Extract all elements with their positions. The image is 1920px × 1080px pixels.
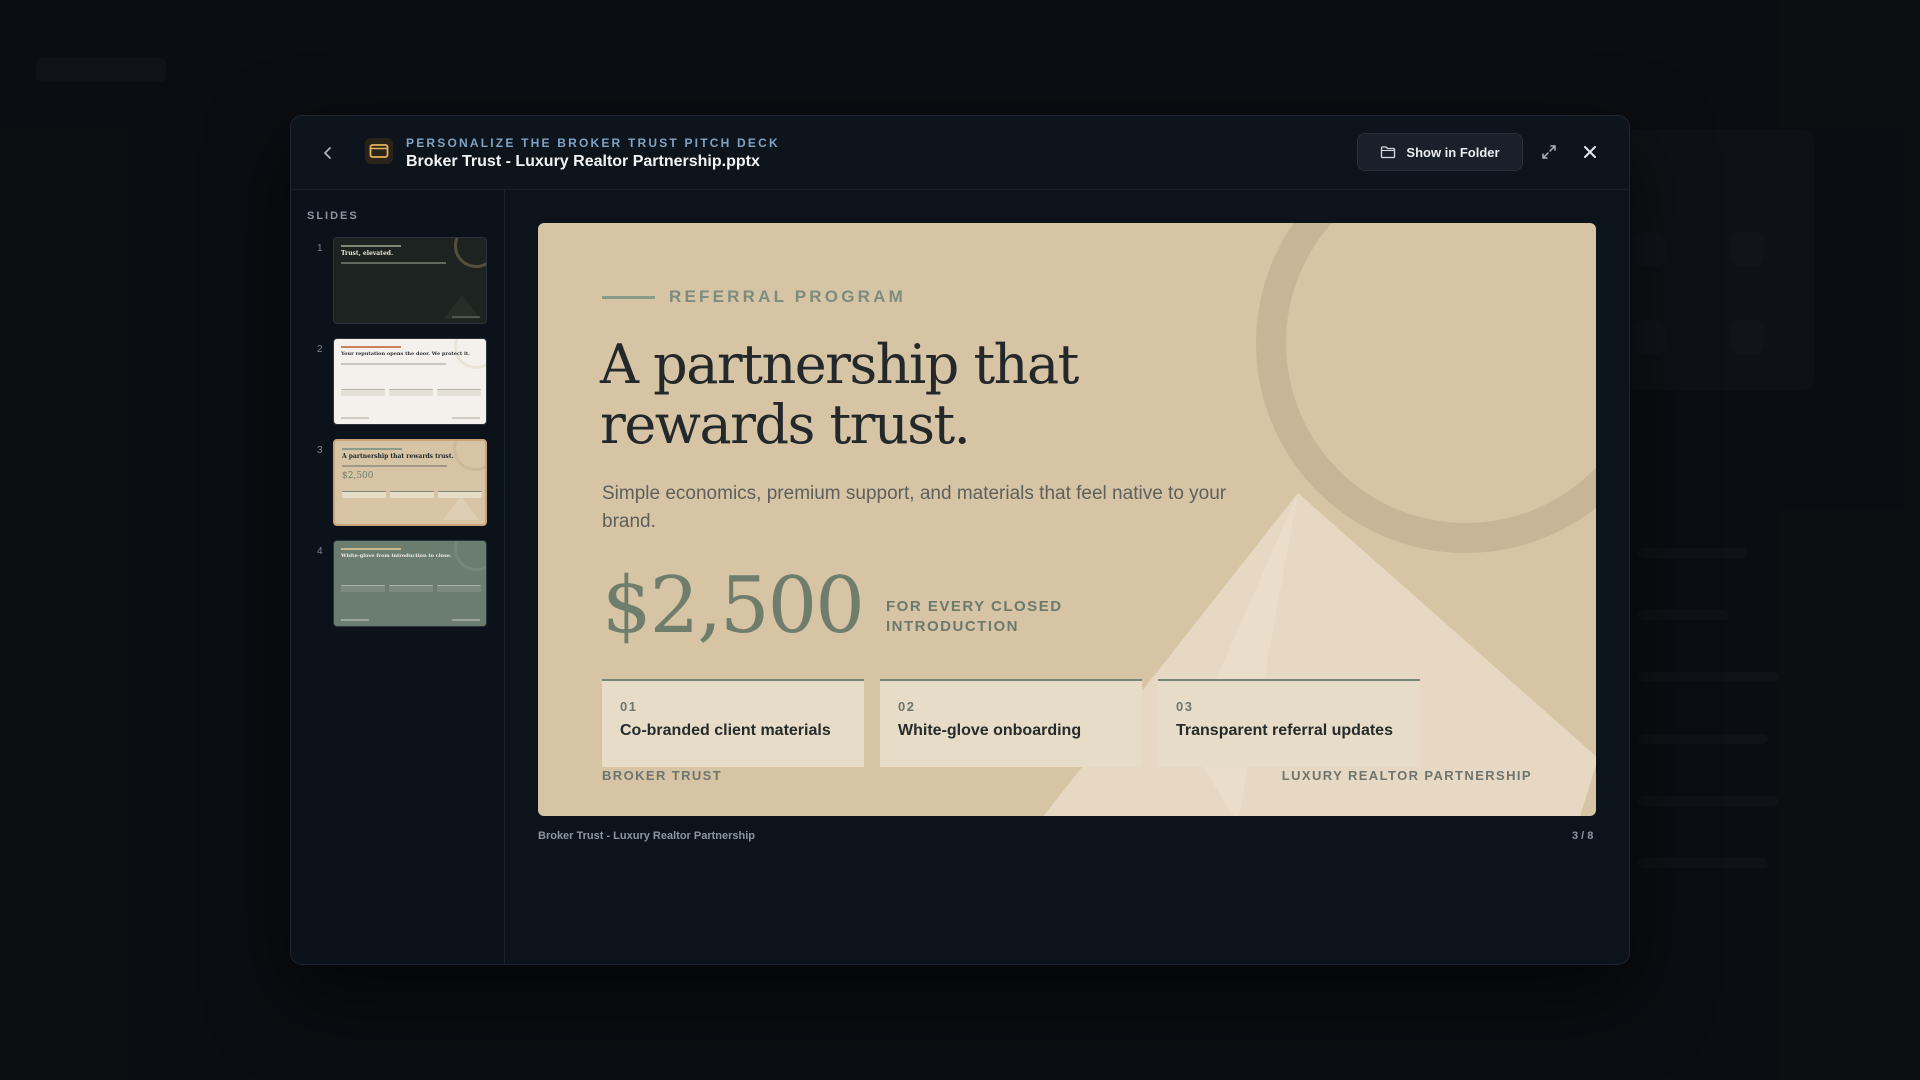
modal-header: PERSONALIZE THE BROKER TRUST PITCH DECK … — [291, 116, 1629, 190]
thumbnail-title: Your reputation opens the door. We prote… — [341, 351, 470, 357]
thumbnail-title: A partnership that rewards trust. — [342, 453, 454, 460]
thumbnail-preview: White-glove from introduction to close. — [333, 540, 487, 627]
thumbnail-number: 4 — [317, 546, 323, 557]
referral-amount: $2,500 — [602, 561, 865, 651]
slides-sidebar: SLIDES 1 Trust, elevated. 2 Your reputat… — [291, 190, 505, 964]
thumbnail-title: White-glove from introduction to close. — [341, 553, 452, 559]
file-name: Broker Trust - Luxury Realtor Partnershi… — [406, 153, 760, 170]
slide-footer-brand: BROKER TRUST — [602, 768, 723, 783]
benefit-card: 01 Co-branded client materials — [602, 679, 864, 767]
thumbnail-preview: Your reputation opens the door. We prote… — [333, 338, 487, 425]
card-title: Transparent referral updates — [1176, 722, 1393, 739]
slide-thumbnail-4[interactable]: 4 White-glove from introduction to close… — [317, 540, 487, 628]
deck-caption: Broker Trust - Luxury Realtor Partnershi… — [538, 830, 755, 842]
thumbnail-preview: Trust, elevated. — [333, 237, 487, 324]
expand-icon — [1542, 145, 1556, 159]
card-title: White-glove onboarding — [898, 722, 1082, 739]
back-button[interactable] — [315, 140, 341, 166]
slide-thumbnail-2[interactable]: 2 Your reputation opens the door. We pro… — [317, 338, 487, 426]
chevron-left-icon — [324, 147, 331, 159]
show-in-folder-label: Show in Folder — [1406, 144, 1500, 160]
benefit-card: 03 Transparent referral updates — [1158, 679, 1420, 767]
task-eyebrow: PERSONALIZE THE BROKER TRUST PITCH DECK — [406, 136, 780, 150]
slide-thumbnail-1[interactable]: 1 Trust, elevated. — [317, 237, 487, 325]
card-number: 03 — [1176, 699, 1194, 714]
thumbnail-number: 2 — [317, 344, 323, 355]
referral-amount-label: FOR EVERY CLOSED INTRODUCTION — [886, 598, 1063, 635]
eyebrow-rule — [602, 296, 655, 299]
thumbnail-title: Trust, elevated. — [341, 250, 394, 257]
thumbnail-number: 1 — [317, 243, 323, 254]
slide-eyebrow: REFERRAL PROGRAM — [669, 287, 906, 306]
slide-footer-title: LUXURY REALTOR PARTNERSHIP — [1281, 768, 1532, 783]
close-icon — [1584, 146, 1596, 158]
file-preview-modal: PERSONALIZE THE BROKER TRUST PITCH DECK … — [290, 115, 1630, 965]
slide-title: A partnership that rewards trust. — [600, 333, 1079, 456]
sidebar-label: SLIDES — [307, 210, 359, 222]
close-button[interactable] — [1579, 141, 1601, 163]
slide-stage: REFERRAL PROGRAM A partnership that rewa… — [505, 190, 1629, 964]
card-number: 01 — [620, 699, 638, 714]
expand-button[interactable] — [1538, 141, 1560, 163]
thumbnail-number: 3 — [317, 445, 323, 456]
benefit-card: 02 White-glove onboarding — [880, 679, 1142, 767]
thumbnail-amount: $2,500 — [342, 471, 374, 481]
slide-thumbnail-3[interactable]: 3 A partnership that rewards trust. $2,5… — [317, 439, 487, 527]
folder-icon — [1381, 146, 1396, 159]
slide-subtitle: Simple economics, premium support, and m… — [602, 483, 1227, 532]
slide-counter: 3 / 8 — [1572, 830, 1594, 842]
slide-canvas: REFERRAL PROGRAM A partnership that rewa… — [538, 223, 1596, 816]
card-number: 02 — [898, 699, 916, 714]
thumbnail-preview: A partnership that rewards trust. $2,500 — [333, 439, 487, 526]
card-title: Co-branded client materials — [620, 722, 831, 739]
show-in-folder-button[interactable]: Show in Folder — [1357, 133, 1523, 171]
presentation-icon — [365, 138, 393, 164]
